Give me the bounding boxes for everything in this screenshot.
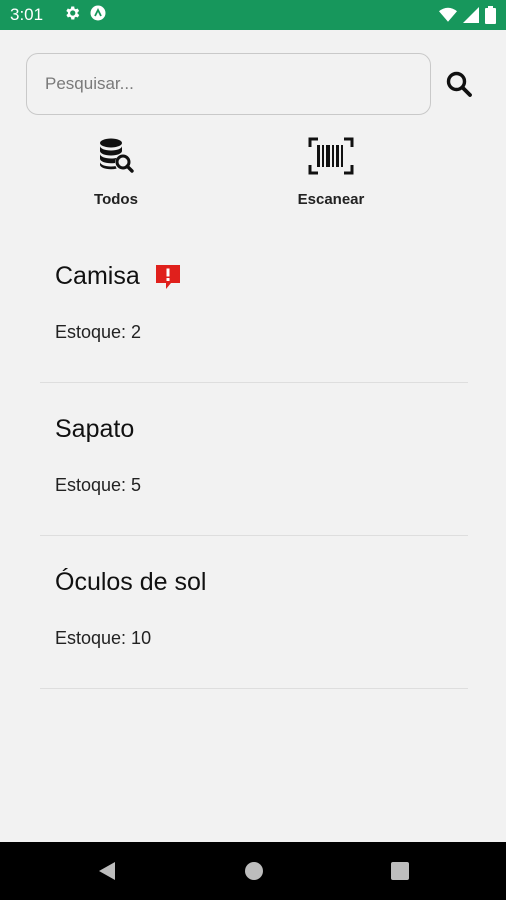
- recents-button[interactable]: [388, 859, 412, 883]
- list-item[interactable]: Sapato Estoque: 5: [0, 383, 506, 536]
- settings-icon: [63, 4, 81, 27]
- status-time: 3:01: [10, 5, 44, 24]
- action-bar: Todos Escanear: [0, 133, 506, 223]
- product-name: Sapato: [55, 415, 135, 443]
- back-button[interactable]: [95, 859, 119, 883]
- home-icon: [245, 862, 263, 880]
- back-icon: [99, 862, 115, 880]
- home-button[interactable]: [242, 859, 266, 883]
- escanear-label: Escanear: [297, 191, 365, 208]
- app-badge-icon: [89, 4, 107, 27]
- search-icon: [446, 71, 472, 97]
- product-name: Óculos de sol: [55, 568, 207, 596]
- search-row: [26, 53, 480, 115]
- divider: [40, 688, 468, 689]
- alert-icon: [155, 264, 181, 290]
- recents-icon: [391, 862, 409, 880]
- todos-button[interactable]: Todos: [36, 133, 196, 208]
- search-input[interactable]: [26, 53, 431, 115]
- list-item[interactable]: Camisa Estoque: 2: [0, 230, 506, 383]
- product-stock: Estoque: 10: [55, 628, 152, 648]
- wifi-icon: [439, 7, 457, 28]
- escanear-button[interactable]: Escanear: [251, 133, 411, 208]
- search-button[interactable]: [442, 67, 476, 101]
- barcode-scan-icon: [308, 137, 354, 175]
- todos-label: Todos: [94, 191, 138, 208]
- status-bar: 3:01: [0, 0, 506, 30]
- product-stock: Estoque: 2: [55, 322, 142, 342]
- product-list: Camisa Estoque: 2 Sapato Estoque: 5 Ócul…: [0, 230, 506, 689]
- product-stock: Estoque: 5: [55, 475, 142, 495]
- navigation-bar: [0, 842, 506, 900]
- battery-icon: [485, 6, 496, 29]
- product-name: Camisa: [55, 262, 140, 290]
- signal-icon: [463, 7, 479, 28]
- list-item[interactable]: Óculos de sol Estoque: 10: [0, 536, 506, 689]
- database-search-icon: [100, 138, 134, 173]
